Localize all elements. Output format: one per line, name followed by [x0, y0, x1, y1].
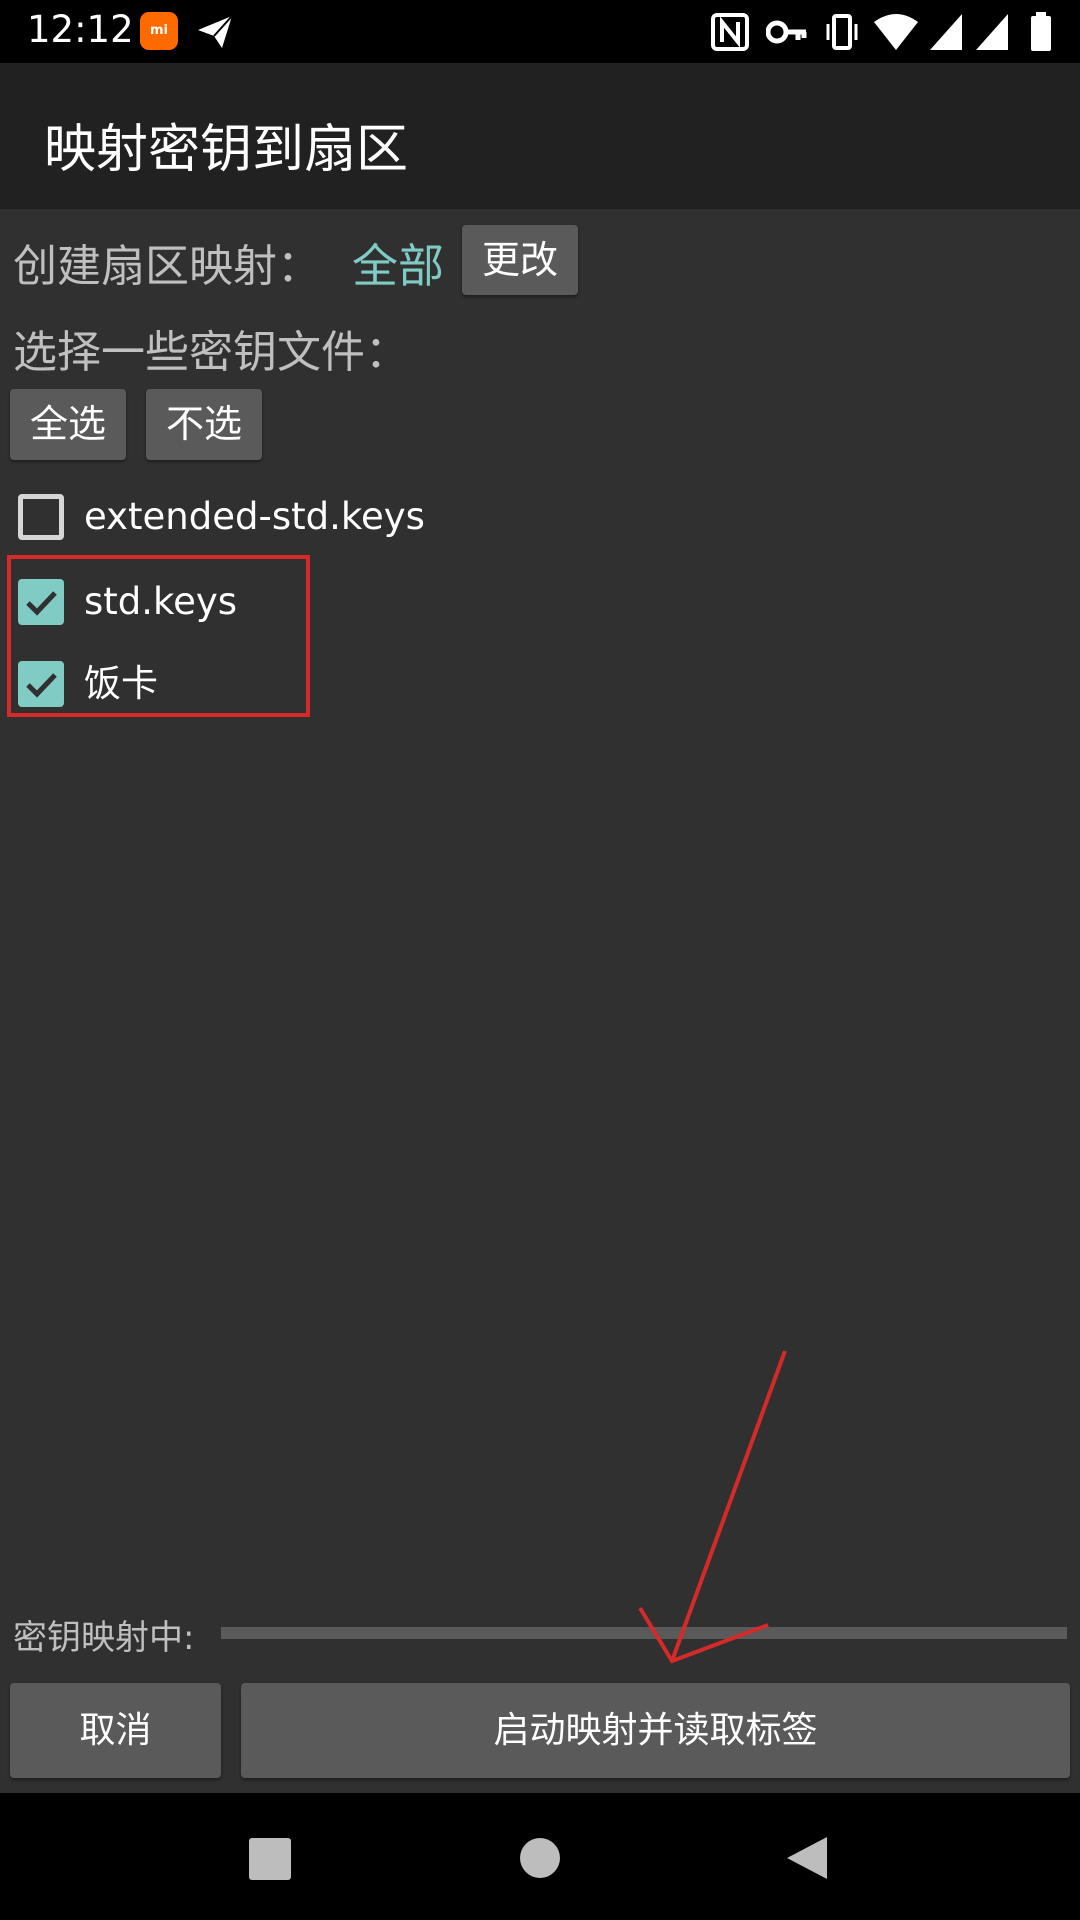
battery-icon — [1031, 12, 1051, 51]
progress-bar — [221, 1627, 1067, 1639]
mi-icon: mi — [140, 12, 178, 50]
select-all-button[interactable]: 全选 — [10, 389, 126, 460]
key-file-label: extended-std.keys — [84, 495, 425, 538]
nav-bar — [0, 1793, 1080, 1920]
progress-label: 密钥映射中: — [13, 1618, 195, 1658]
change-button[interactable]: 更改 — [462, 225, 578, 295]
app-bar: 映射密钥到扇区 — [0, 63, 1080, 209]
page-title: 映射密钥到扇区 — [44, 120, 409, 180]
select-none-button[interactable]: 不选 — [146, 389, 262, 460]
signal-icon — [976, 14, 1008, 50]
signal-icon — [930, 14, 962, 50]
nfc-icon — [711, 13, 749, 51]
home-icon[interactable] — [520, 1838, 560, 1878]
key-files-label: 选择一些密钥文件： — [13, 327, 409, 378]
vibrate-icon — [826, 14, 858, 50]
status-bar: 12:12 mi — [0, 0, 1080, 63]
back-icon[interactable] — [785, 1835, 829, 1881]
sector-mapping-label: 创建扇区映射： — [13, 241, 321, 292]
annotation-highlight-box — [7, 555, 310, 717]
recent-apps-icon[interactable] — [249, 1838, 291, 1880]
wifi-icon — [874, 14, 918, 50]
status-time: 12:12 — [27, 8, 134, 51]
send-icon — [198, 15, 233, 48]
cancel-button[interactable]: 取消 — [10, 1683, 221, 1778]
start-mapping-button[interactable]: 启动映射并读取标签 — [241, 1683, 1070, 1778]
checkbox-unchecked-icon[interactable] — [18, 494, 64, 540]
sector-mapping-value: 全部 — [352, 239, 444, 293]
key-icon — [766, 20, 807, 44]
